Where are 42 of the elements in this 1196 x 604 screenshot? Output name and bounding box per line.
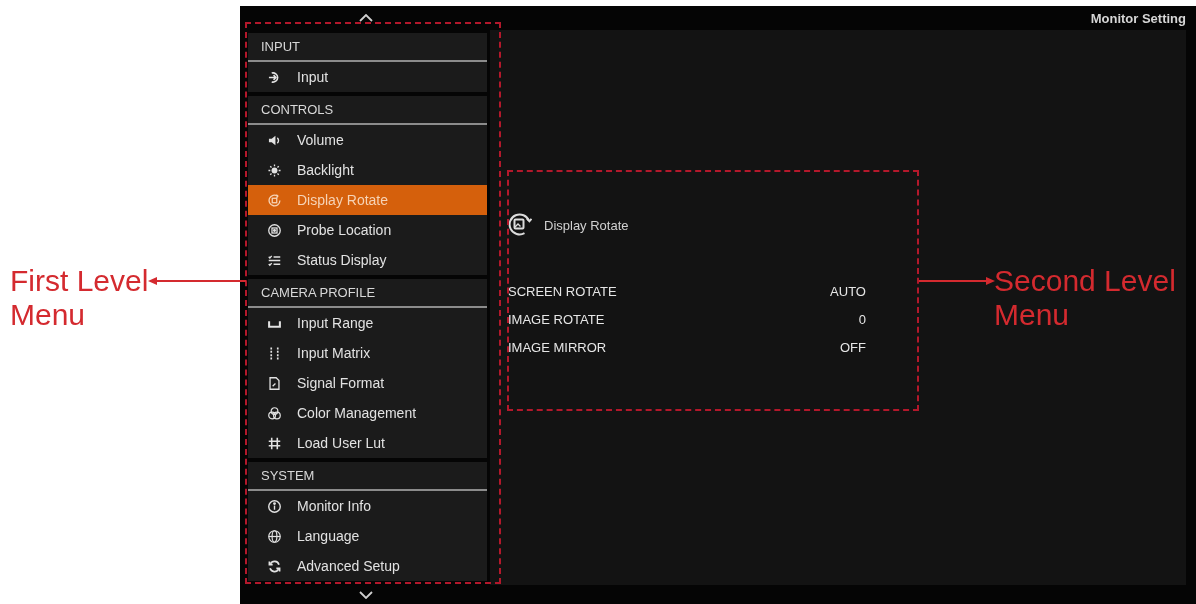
info-icon [268, 499, 281, 513]
columns-icon [268, 346, 281, 360]
menu-item[interactable]: Status Display [248, 245, 487, 275]
list-icon [268, 253, 281, 267]
menu-item[interactable]: Signal Format [248, 368, 487, 398]
menu-item[interactable]: Input Range [248, 308, 487, 338]
setting-label: IMAGE MIRROR [508, 339, 607, 355]
callout-label: First Level Menu [10, 264, 150, 332]
menu-item[interactable]: Input [248, 62, 487, 92]
setting-value: AUTO [830, 283, 866, 299]
setting-value: 0 [858, 311, 866, 327]
window-title: Monitor Setting [1090, 10, 1187, 26]
setting-value: OFF [840, 339, 866, 355]
menu-item[interactable]: Input Matrix [248, 338, 487, 368]
target-icon [268, 223, 281, 237]
section-header: CONTROLS [248, 96, 487, 125]
menu-item[interactable]: Monitor Info [248, 491, 487, 521]
menu-item[interactable]: Color Management [248, 398, 487, 428]
chevron-up-icon [359, 14, 373, 22]
grid-icon [268, 436, 281, 450]
callout-label: Second Level Menu [994, 264, 1177, 332]
menu-item[interactable]: Probe Location [248, 215, 487, 245]
refresh-icon [268, 559, 281, 573]
menu-item[interactable]: Language [248, 521, 487, 551]
rotate-icon [268, 193, 281, 207]
section-header: CAMERA PROFILE [248, 279, 487, 308]
panel-title: Display Rotate [544, 217, 629, 233]
enter-icon [268, 70, 281, 84]
sun-icon [268, 163, 281, 177]
rotate-image-icon [508, 213, 532, 237]
setting-label: IMAGE ROTATE [508, 311, 605, 327]
document-icon [268, 376, 281, 390]
section-header: SYSTEM [248, 462, 487, 491]
color-circles-icon [268, 406, 281, 420]
section-header: INPUT [248, 33, 487, 62]
menu-item[interactable]: Load User Lut [248, 428, 487, 458]
menu-item[interactable]: Advanced Setup [248, 551, 487, 581]
menu-item[interactable]: Volume [248, 125, 487, 155]
setting-label: SCREEN ROTATE [508, 283, 617, 299]
menu-item[interactable]: Backlight [248, 155, 487, 185]
chevron-down-icon [359, 590, 373, 599]
globe-icon [268, 529, 281, 543]
